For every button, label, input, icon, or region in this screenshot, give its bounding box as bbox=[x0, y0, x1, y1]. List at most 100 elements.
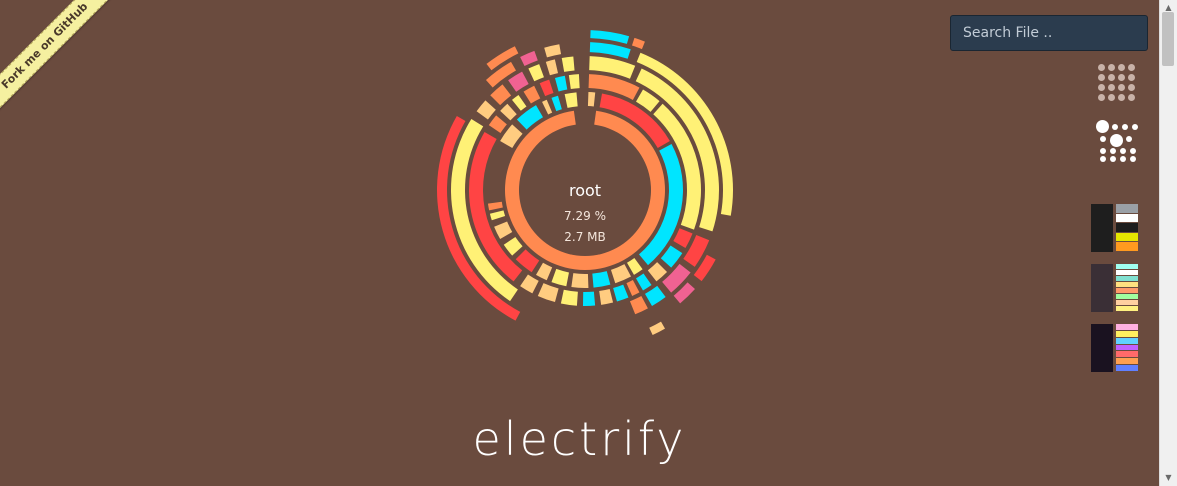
sunburst-arc[interactable] bbox=[488, 115, 507, 133]
sunburst-arc[interactable] bbox=[487, 201, 503, 211]
sunburst-arc[interactable] bbox=[645, 285, 666, 307]
sunburst-arc[interactable] bbox=[631, 37, 645, 50]
dot bbox=[1130, 148, 1136, 154]
theme-color-swatch bbox=[1116, 337, 1138, 344]
sunburst-arc[interactable] bbox=[536, 262, 553, 281]
sunburst-chart[interactable]: root 7.29 % 2.7 MB bbox=[385, 0, 785, 400]
sunburst-arc[interactable] bbox=[599, 288, 614, 305]
dot bbox=[1126, 136, 1132, 142]
sunburst-arc[interactable] bbox=[627, 257, 643, 275]
sunburst-arc[interactable] bbox=[582, 291, 596, 306]
dot bbox=[1112, 124, 1118, 130]
sunburst-arc[interactable] bbox=[489, 210, 506, 221]
sunburst-arc[interactable] bbox=[589, 42, 631, 59]
dot bbox=[1100, 136, 1106, 142]
theme-color-swatch bbox=[1116, 306, 1138, 311]
flat-grid-layout-button[interactable] bbox=[1098, 64, 1138, 104]
theme-color-swatch bbox=[1116, 351, 1138, 358]
dot bbox=[1108, 94, 1115, 101]
theme-color-swatch bbox=[1116, 270, 1138, 275]
theme-plum-button[interactable] bbox=[1091, 264, 1139, 312]
dot bbox=[1098, 74, 1105, 81]
sunburst-arc[interactable] bbox=[503, 236, 523, 256]
dot bbox=[1120, 156, 1126, 162]
sunburst-arc[interactable] bbox=[673, 228, 693, 248]
sunburst-arc[interactable] bbox=[626, 280, 640, 296]
sunburst-arc[interactable] bbox=[636, 273, 652, 291]
dot bbox=[1130, 156, 1136, 162]
dot bbox=[1098, 84, 1105, 91]
sunburst-arc[interactable] bbox=[528, 64, 544, 82]
sunburst-arc[interactable] bbox=[508, 71, 529, 92]
sunburst-arc[interactable] bbox=[544, 44, 562, 58]
sunburst-arc[interactable] bbox=[647, 262, 668, 282]
scroll-down-arrow-icon[interactable]: ▼ bbox=[1160, 470, 1177, 486]
theme-background-swatch bbox=[1091, 324, 1113, 372]
sunburst-arc[interactable] bbox=[551, 268, 569, 287]
sunburst-arc[interactable] bbox=[539, 79, 554, 97]
dot bbox=[1120, 148, 1126, 154]
dot bbox=[1108, 64, 1115, 71]
clustered-grid-layout-button[interactable] bbox=[1096, 120, 1138, 162]
sunburst-arc[interactable] bbox=[610, 264, 632, 284]
sunburst-arc[interactable] bbox=[500, 103, 517, 121]
theme-dark-grey-button[interactable] bbox=[1091, 204, 1139, 252]
theme-color-swatch bbox=[1116, 232, 1138, 242]
sunburst-arc[interactable] bbox=[571, 273, 589, 288]
dot bbox=[1110, 134, 1123, 147]
dot bbox=[1108, 84, 1115, 91]
sunburst-arc[interactable] bbox=[590, 30, 630, 44]
dot bbox=[1128, 74, 1135, 81]
theme-color-swatch bbox=[1116, 288, 1138, 293]
dot bbox=[1100, 156, 1106, 162]
sunburst-arc[interactable] bbox=[511, 94, 527, 111]
sunburst-arc[interactable] bbox=[551, 95, 562, 112]
dot bbox=[1128, 64, 1135, 71]
sunburst-arc[interactable] bbox=[490, 84, 512, 106]
dot bbox=[1098, 64, 1105, 71]
theme-color-swatch bbox=[1116, 330, 1138, 337]
dot bbox=[1108, 74, 1115, 81]
dot bbox=[1118, 84, 1125, 91]
sunburst-arc[interactable] bbox=[561, 56, 575, 72]
sunburst-arc[interactable] bbox=[660, 245, 683, 268]
sunburst-arc[interactable] bbox=[520, 50, 538, 66]
sunburst-arc[interactable] bbox=[476, 100, 496, 120]
app-title: electrify bbox=[472, 412, 687, 466]
app-viewport: Fork me on GitHub root 7.29 % 2.7 MB ele… bbox=[0, 0, 1159, 486]
fork-ribbon[interactable]: Fork me on GitHub bbox=[0, 0, 130, 130]
theme-midnight-button[interactable] bbox=[1091, 324, 1139, 372]
dot bbox=[1122, 124, 1128, 130]
sunburst-arc[interactable] bbox=[523, 85, 541, 104]
vertical-scrollbar[interactable]: ▲ ▼ bbox=[1159, 0, 1177, 486]
center-node-size: 2.7 MB bbox=[564, 230, 605, 244]
sunburst-arc[interactable] bbox=[649, 321, 665, 336]
dot bbox=[1110, 156, 1116, 162]
sunburst-arc[interactable] bbox=[537, 283, 559, 303]
dot bbox=[1128, 94, 1135, 101]
center-node-percent: 7.29 % bbox=[564, 209, 606, 223]
sunburst-arc[interactable] bbox=[588, 74, 640, 100]
sunburst-arc[interactable] bbox=[629, 295, 648, 315]
sunburst-arc[interactable] bbox=[542, 99, 553, 115]
sunburst-arc[interactable] bbox=[564, 92, 578, 108]
sunburst-arc[interactable] bbox=[494, 221, 513, 239]
theme-color-swatch bbox=[1116, 204, 1138, 213]
sunburst-arc[interactable] bbox=[545, 59, 559, 76]
sunburst-arc[interactable] bbox=[568, 74, 580, 89]
theme-color-swatch bbox=[1116, 242, 1138, 251]
sunburst-arc[interactable] bbox=[560, 289, 578, 306]
theme-background-swatch bbox=[1091, 204, 1113, 252]
dot bbox=[1110, 148, 1116, 154]
fork-ribbon-label[interactable]: Fork me on GitHub bbox=[0, 0, 114, 115]
sunburst-arc[interactable] bbox=[520, 274, 539, 294]
sunburst-arc[interactable] bbox=[587, 92, 596, 107]
sunburst-arc[interactable] bbox=[613, 284, 629, 302]
dot bbox=[1100, 148, 1106, 154]
dot bbox=[1098, 94, 1105, 101]
dot bbox=[1096, 120, 1109, 133]
scroll-thumb[interactable] bbox=[1162, 12, 1174, 66]
sunburst-arc[interactable] bbox=[554, 75, 568, 92]
search-input[interactable] bbox=[950, 15, 1148, 51]
sunburst-arc[interactable] bbox=[592, 271, 611, 288]
